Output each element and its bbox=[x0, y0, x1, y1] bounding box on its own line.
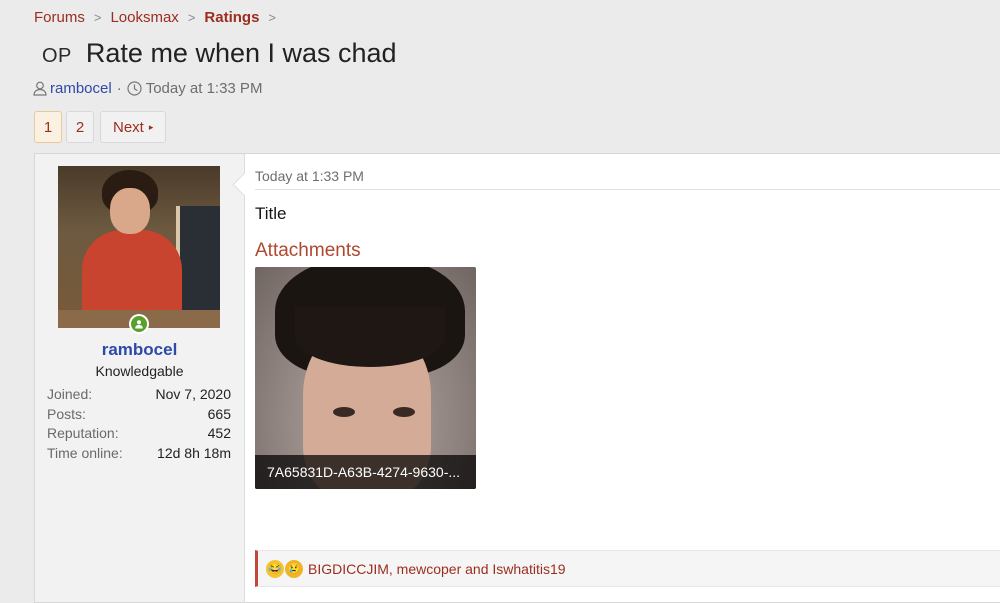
meta-separator: · bbox=[116, 80, 122, 97]
stat-label: Posts: bbox=[47, 405, 86, 422]
breadcrumb-separator-icon: > bbox=[187, 10, 196, 25]
next-page-button[interactable]: Next ▸ bbox=[100, 111, 167, 143]
breadcrumb: Forums > Looksmax > Ratings > bbox=[34, 9, 285, 26]
user-icon bbox=[33, 81, 47, 96]
thread-time[interactable]: Today at 1:33 PM bbox=[146, 80, 263, 97]
breadcrumb-looksmax[interactable]: Looksmax bbox=[110, 9, 178, 26]
stat-time-online: Time online: 12d 8h 18m bbox=[47, 444, 231, 464]
reaction-users[interactable]: BIGDICCJIM, mewcoper and Iswhatitis19 bbox=[308, 561, 566, 577]
clock-icon bbox=[127, 81, 142, 96]
op-prefix-badge: OP bbox=[42, 45, 72, 67]
post-date[interactable]: Today at 1:33 PM bbox=[255, 168, 364, 184]
breadcrumb-forums[interactable]: Forums bbox=[34, 9, 85, 26]
stat-label: Reputation: bbox=[47, 425, 119, 441]
next-label: Next bbox=[113, 118, 144, 136]
post: rambocel Knowledgable Joined: Nov 7, 202… bbox=[34, 153, 1000, 603]
stat-reputation: Reputation: 452 bbox=[47, 424, 231, 444]
pagination: 1 2 Next ▸ bbox=[34, 111, 170, 143]
breadcrumb-separator-icon: > bbox=[268, 10, 277, 25]
author-link[interactable]: rambocel bbox=[50, 80, 112, 97]
attachments-heading: Attachments bbox=[255, 240, 361, 261]
breadcrumb-separator-icon: > bbox=[93, 10, 102, 25]
avatar[interactable] bbox=[58, 166, 220, 328]
breadcrumb-ratings[interactable]: Ratings bbox=[204, 9, 259, 26]
stat-posts: Posts: 665 bbox=[47, 405, 231, 425]
divider bbox=[255, 189, 1000, 190]
stat-value: 452 bbox=[207, 425, 231, 441]
user-stats: Joined: Nov 7, 2020 Posts: 665 Reputatio… bbox=[47, 385, 231, 463]
page-2-button[interactable]: 2 bbox=[66, 111, 94, 143]
stat-value: 665 bbox=[207, 405, 231, 422]
stat-value: Nov 7, 2020 bbox=[155, 386, 232, 402]
post-username[interactable]: rambocel bbox=[35, 340, 244, 360]
thread-meta: rambocel · Today at 1:33 PM bbox=[33, 80, 262, 97]
reactions-bar[interactable]: 😂 😢 BIGDICCJIM, mewcoper and Iswhatitis1… bbox=[255, 550, 1000, 587]
post-body-text: Title bbox=[255, 204, 287, 223]
attachment-thumbnail[interactable]: 7A65831D-A63B-4274-9630-... bbox=[255, 267, 476, 489]
page-title: Rate me when I was chad bbox=[85, 38, 397, 68]
stat-joined: Joined: Nov 7, 2020 bbox=[47, 385, 231, 405]
stat-label: Time online: bbox=[47, 444, 123, 461]
attachment-caption[interactable]: 7A65831D-A63B-4274-9630-... bbox=[255, 455, 476, 489]
sad-icon: 😢 bbox=[285, 559, 303, 578]
post-user-cell: rambocel Knowledgable Joined: Nov 7, 202… bbox=[35, 154, 257, 602]
user-title: Knowledgable bbox=[95, 363, 184, 379]
thread-title-row: OP Rate me when I was chad bbox=[42, 38, 397, 69]
stat-label: Joined: bbox=[47, 386, 93, 402]
stat-value: 12d 8h 18m bbox=[157, 444, 231, 461]
caret-right-icon: ▸ bbox=[148, 121, 154, 132]
page-1-button[interactable]: 1 bbox=[34, 111, 62, 143]
post-main-cell: Today at 1:33 PM Title Attachments 7A658… bbox=[244, 154, 1000, 602]
laugh-cry-icon: 😂 bbox=[266, 559, 284, 578]
online-status-icon bbox=[129, 314, 149, 334]
